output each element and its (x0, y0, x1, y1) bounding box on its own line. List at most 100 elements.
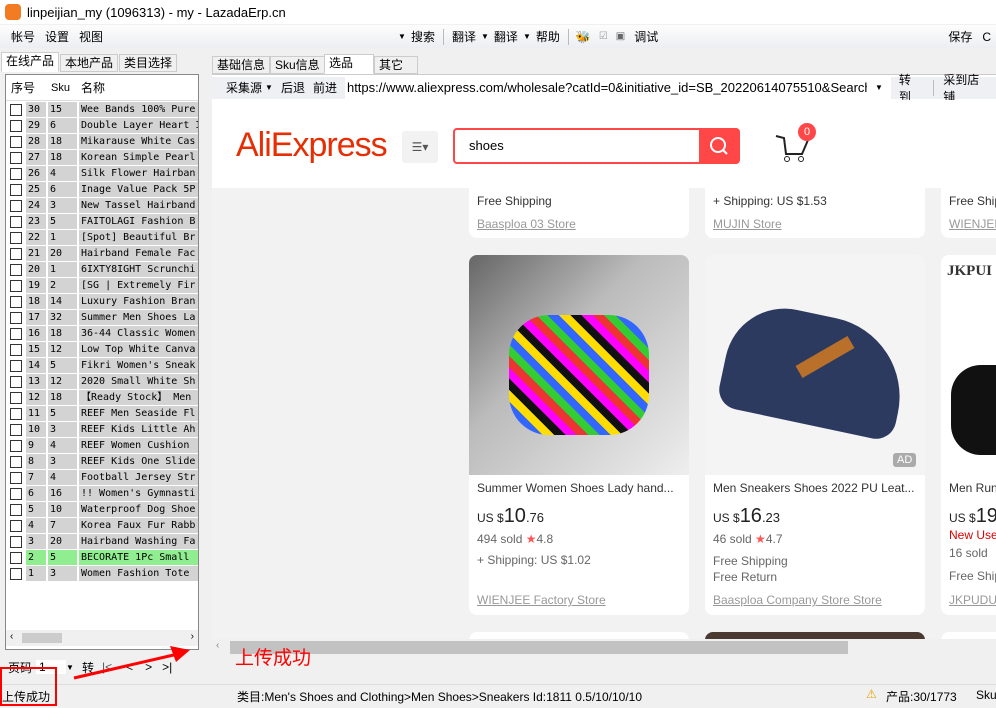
row-checkbox[interactable] (10, 280, 22, 292)
source-dropdown[interactable]: 采集源 (226, 79, 262, 96)
tab-sku-info[interactable]: Sku信息 (270, 56, 325, 74)
tab-category-select[interactable]: 类目选择 (119, 54, 178, 72)
table-row[interactable]: 9 4 REEF Women Cushion (6, 438, 198, 454)
table-row[interactable]: 27 18 Korean Simple Pearl (6, 150, 198, 166)
table-row[interactable]: 13 12 2020 Small White Sh (6, 374, 198, 390)
table-row[interactable]: 4 7 Korea Faux Fur Rabb (6, 518, 198, 534)
url-dropdown-icon[interactable]: ▼ (867, 83, 891, 92)
row-checkbox[interactable] (10, 120, 22, 132)
table-row[interactable]: 6 16!! Women's Gymnasti (6, 486, 198, 502)
scroll-thumb[interactable] (22, 633, 62, 643)
product-card[interactable]: JKPUI Men Run US $19 New Use 16 sold Fre… (941, 255, 996, 615)
row-checkbox[interactable] (10, 232, 22, 244)
row-checkbox[interactable] (10, 136, 22, 148)
product-image[interactable]: AD (705, 255, 925, 475)
tab-other[interactable]: 其它 (374, 56, 418, 74)
product-card[interactable]: AD Men Sneakers Shoes 2022 PU Leat... US… (705, 255, 925, 615)
product-card[interactable]: Free Ship WIENJEE (941, 182, 996, 238)
menu-help[interactable]: 帮助 (531, 28, 565, 45)
row-checkbox[interactable] (10, 392, 22, 404)
category-menu-icon[interactable]: ☰▾ (402, 131, 438, 163)
url-input[interactable]: https://www.aliexpress.com/wholesale?cat… (345, 80, 867, 95)
table-row[interactable]: 15 12 Low Top White Canva (6, 342, 198, 358)
tab-local-products[interactable]: 本地产品 (60, 54, 119, 72)
store-link[interactable]: MUJIN Store (713, 217, 782, 231)
menu-more[interactable]: C (977, 30, 996, 44)
store-link[interactable]: Baasploa 03 Store (477, 217, 576, 231)
table-row[interactable]: 8 3 REEF Kids One Slide (6, 454, 198, 470)
checkbox-icon[interactable]: ☑ (595, 31, 612, 42)
dropdown-arrow-icon[interactable]: ▼ (398, 32, 406, 41)
col-name[interactable]: 名称 (76, 79, 105, 96)
table-row[interactable]: 30 15 Wee Bands 100% Pure (6, 102, 198, 118)
product-card[interactable]: + Shipping: US $1.53 MUJIN Store (705, 182, 925, 238)
table-row[interactable]: 10 3 REEF Kids Little Ah (6, 422, 198, 438)
table-row[interactable]: 26 4 Silk Flower Hairban (6, 166, 198, 182)
table-row[interactable]: 19 2 [SG | Extremely Fir (6, 278, 198, 294)
store-link[interactable]: WIENJEE (949, 217, 996, 231)
row-checkbox[interactable] (10, 568, 22, 580)
table-row[interactable]: 2 5 BECORATE 1Pc Small (6, 550, 198, 566)
table-row[interactable]: 22 1 [Spot] Beautiful Br (6, 230, 198, 246)
search-input[interactable]: shoes (453, 128, 740, 164)
search-button[interactable] (699, 128, 739, 164)
tab-basic-info[interactable]: 基础信息 (212, 56, 271, 74)
table-row[interactable]: 11 5 REEF Men Seaside Fl (6, 406, 198, 422)
col-index[interactable]: 序号 (6, 79, 46, 96)
row-checkbox[interactable] (10, 296, 22, 308)
product-card[interactable]: Free Shipping Baasploa 03 Store (469, 182, 689, 238)
menu-search[interactable]: 搜索 (406, 28, 440, 45)
row-checkbox[interactable] (10, 184, 22, 196)
menu-translate-2[interactable]: 翻译 (489, 28, 523, 45)
stop-icon[interactable]: ▣ (612, 31, 629, 42)
store-link[interactable]: Baasploa Company Store Store (713, 593, 882, 607)
row-checkbox[interactable] (10, 408, 22, 420)
table-row[interactable]: 12 18 【Ready Stock】 Men (6, 390, 198, 406)
row-checkbox[interactable] (10, 152, 22, 164)
row-checkbox[interactable] (10, 472, 22, 484)
table-row[interactable]: 17 32 Summer Men Shoes La (6, 310, 198, 326)
row-checkbox[interactable] (10, 328, 22, 340)
row-checkbox[interactable] (10, 536, 22, 548)
row-checkbox[interactable] (10, 312, 22, 324)
row-checkbox[interactable] (10, 200, 22, 212)
table-row[interactable]: 28 18 Mikarause White Cas (6, 134, 198, 150)
product-title[interactable]: Summer Women Shoes Lady hand... (477, 481, 674, 495)
product-image[interactable] (469, 255, 689, 475)
table-row[interactable]: 14 5 Fikri Women's Sneak (6, 358, 198, 374)
table-row[interactable]: 20 1 6IXTY8IGHT Scrunchi (6, 262, 198, 278)
product-card[interactable]: Summer Women Shoes Lady hand... US $10.7… (469, 255, 689, 615)
aliexpress-logo[interactable]: AliExpress (236, 126, 388, 165)
product-title[interactable]: Men Sneakers Shoes 2022 PU Leat... (713, 481, 914, 495)
menu-translate-1[interactable]: 翻译 (447, 28, 481, 45)
table-row[interactable]: 25 6 Inage Value Pack 5P (6, 182, 198, 198)
row-checkbox[interactable] (10, 344, 22, 356)
menu-view[interactable]: 视图 (74, 28, 108, 45)
table-row[interactable]: 7 4 Football Jersey Str (6, 470, 198, 486)
tab-online-products[interactable]: 在线产品 (1, 52, 60, 72)
browser-horizontal-scrollbar[interactable]: ‹ (212, 639, 996, 656)
menu-account[interactable]: 帐号 (6, 28, 40, 45)
product-title[interactable]: Men Run (949, 481, 996, 495)
row-checkbox[interactable] (10, 456, 22, 468)
table-row[interactable]: 18 14 Luxury Fashion Bran (6, 294, 198, 310)
back-button[interactable]: 后退 (279, 79, 313, 96)
row-checkbox[interactable] (10, 520, 22, 532)
menu-settings[interactable]: 设置 (40, 28, 74, 45)
col-sku[interactable]: Sku (46, 82, 76, 94)
row-checkbox[interactable] (10, 168, 22, 180)
table-row[interactable]: 5 10 Waterproof Dog Shoe (6, 502, 198, 518)
product-image[interactable]: JKPUI (941, 255, 996, 475)
table-row[interactable]: 24 3 New Tassel Hairband (6, 198, 198, 214)
row-checkbox[interactable] (10, 248, 22, 260)
forward-button[interactable]: 前进 (313, 79, 345, 96)
store-link[interactable]: WIENJEE Factory Store (477, 593, 606, 607)
table-row[interactable]: 1 3 Women Fashion Tote (6, 566, 198, 582)
row-checkbox[interactable] (10, 376, 22, 388)
menu-debug[interactable]: 调试 (629, 28, 663, 45)
tab-product-selection[interactable]: 选品 (324, 54, 374, 74)
bee-icon[interactable]: 🐝 (572, 30, 595, 44)
row-checkbox[interactable] (10, 440, 22, 452)
save-button[interactable]: 保存 (943, 28, 977, 45)
row-checkbox[interactable] (10, 104, 22, 116)
